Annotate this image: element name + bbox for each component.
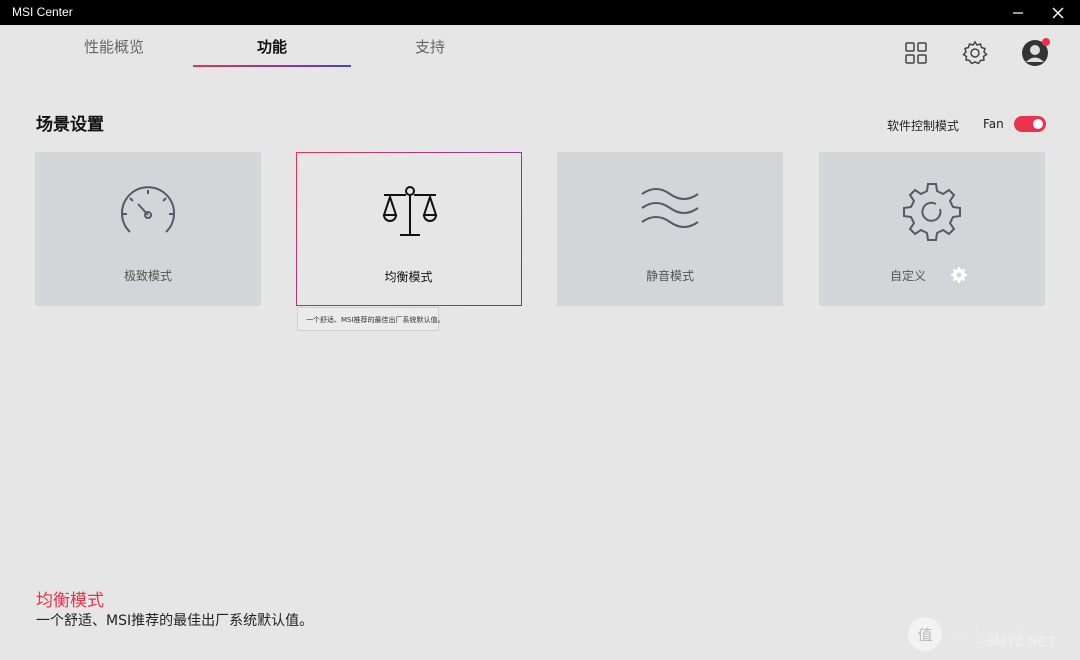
settings-button[interactable]: [960, 38, 990, 68]
active-tab-indicator: [193, 65, 351, 67]
close-button[interactable]: [1038, 0, 1078, 25]
watermark-subtext: SMYZ.NET: [985, 633, 1056, 649]
card-label: 均衡模式: [384, 270, 433, 284]
title-bar: MSI Center: [0, 0, 1080, 25]
balance-scale-icon: [382, 186, 438, 236]
selected-mode-description: 一个舒适、MSI推荐的最佳出厂系统默认值。: [36, 613, 314, 629]
mode-tooltip: 一个舒适、MSI推荐的最佳出厂系统默认值。: [297, 307, 445, 331]
control-mode-label: 软件控制模式: [887, 119, 960, 133]
card-silent-mode[interactable]: 静音模式: [557, 152, 783, 306]
card-label: 自定义: [889, 269, 926, 283]
card-extreme-mode[interactable]: 极致模式: [35, 152, 261, 306]
close-icon: [1052, 7, 1064, 18]
grid-button[interactable]: [901, 38, 931, 68]
speedometer-icon: [121, 186, 175, 233]
section-title: 场景设置: [36, 115, 104, 135]
avatar-button[interactable]: [1020, 38, 1050, 68]
card-balanced-mode[interactable]: 均衡模式: [296, 152, 522, 306]
card-custom-mode[interactable]: 自定义: [819, 152, 1045, 306]
minimize-icon: [1013, 11, 1023, 14]
tab-performance-overview[interactable]: 性能概览: [35, 25, 193, 67]
grid-icon: [905, 42, 927, 64]
card-label: 极致模式: [123, 269, 172, 283]
main-tabs: 性能概览 功能 支持: [35, 25, 455, 70]
window-title: MSI Center: [12, 5, 73, 19]
tab-features[interactable]: 功能: [193, 25, 351, 67]
fan-label: Fan: [983, 117, 1004, 131]
fan-toggle[interactable]: [1014, 116, 1046, 132]
notification-dot: [1042, 38, 1050, 46]
card-label: 静音模式: [645, 269, 694, 283]
custom-settings-gear-icon[interactable]: [951, 267, 967, 283]
toggle-knob: [1033, 119, 1043, 129]
watermark-logo: 值: [908, 617, 942, 651]
waves-icon: [641, 188, 699, 228]
gear-icon: [962, 40, 988, 65]
minimize-button[interactable]: [998, 0, 1038, 25]
selected-mode-title: 均衡模式: [36, 591, 104, 611]
tab-support[interactable]: 支持: [351, 25, 509, 67]
cog-icon: [903, 183, 961, 241]
